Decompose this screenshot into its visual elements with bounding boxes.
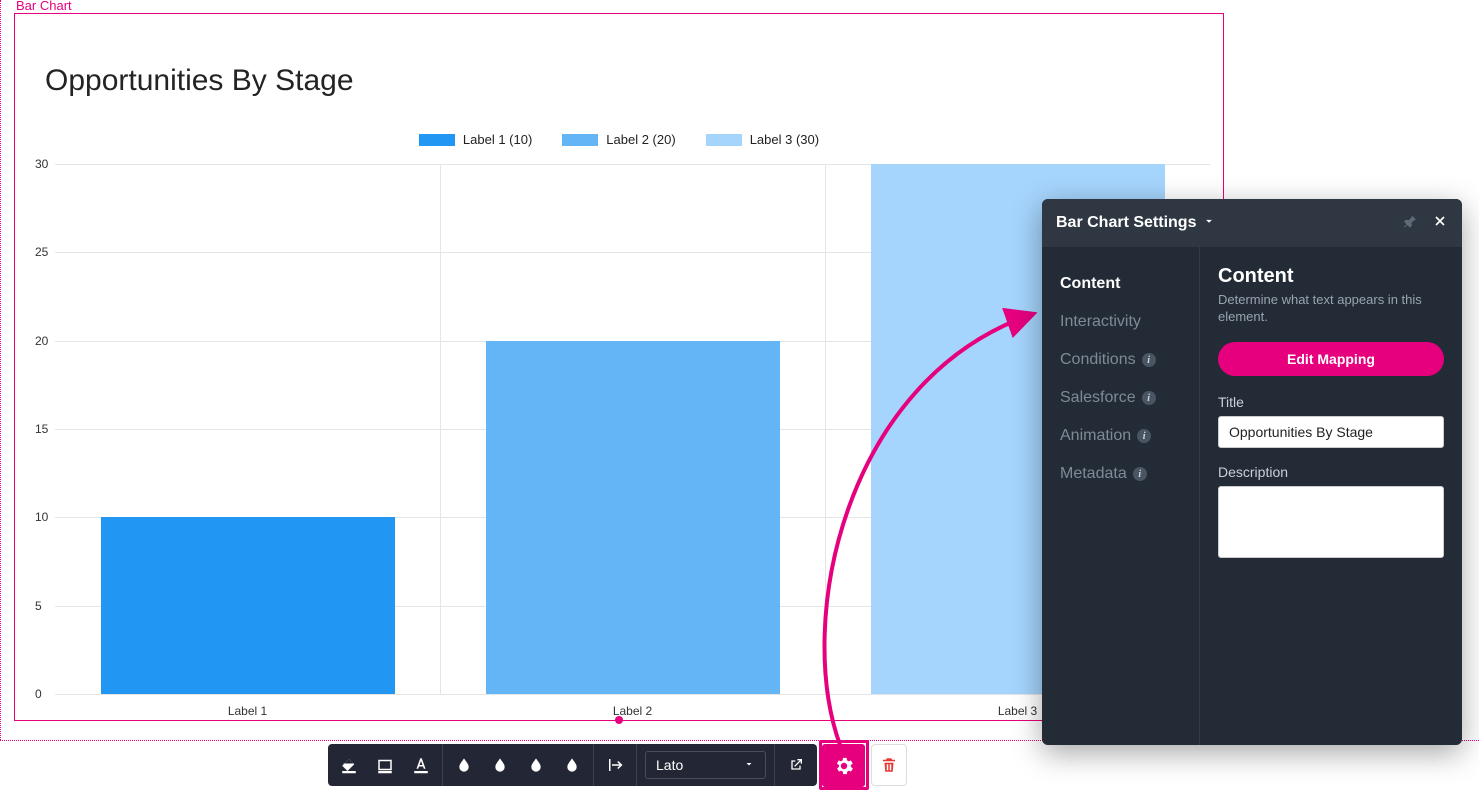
info-icon: i	[1133, 467, 1147, 481]
text-color-button[interactable]	[408, 752, 434, 778]
element-toolbar: Lato	[328, 744, 817, 786]
legend-swatch	[706, 134, 742, 146]
nav-interactivity[interactable]: Interactivity	[1060, 303, 1199, 341]
info-icon: i	[1137, 429, 1151, 443]
chart-title: Opportunities By Stage	[45, 64, 354, 98]
y-tick-label: 15	[35, 422, 48, 436]
canvas-guide-vertical	[0, 0, 1, 740]
trash-icon	[880, 755, 898, 775]
color-drop-4[interactable]	[559, 752, 585, 778]
x-tick-label: Label 1	[228, 704, 267, 718]
nav-animation[interactable]: Animation i	[1060, 417, 1199, 455]
open-external-button[interactable]	[783, 752, 809, 778]
info-icon: i	[1142, 353, 1156, 367]
legend-label: Label 2 (20)	[606, 132, 675, 147]
panel-content-area: Content Determine what text appears in t…	[1200, 247, 1462, 745]
settings-button[interactable]	[822, 744, 865, 787]
info-icon: i	[1142, 391, 1156, 405]
color-drop-2[interactable]	[487, 752, 513, 778]
border-button[interactable]	[372, 752, 398, 778]
y-tick-label: 30	[35, 157, 48, 171]
chevron-down-icon	[743, 757, 755, 773]
bar[interactable]	[486, 341, 780, 694]
y-tick-label: 25	[35, 245, 48, 259]
nav-content[interactable]: Content	[1060, 265, 1199, 303]
title-input[interactable]	[1218, 416, 1444, 448]
nav-salesforce[interactable]: Salesforce i	[1060, 379, 1199, 417]
gear-icon	[833, 755, 855, 777]
font-select-value: Lato	[656, 757, 683, 773]
content-description: Determine what text appears in this elem…	[1218, 292, 1444, 326]
y-tick-label: 20	[35, 334, 48, 348]
font-select[interactable]: Lato	[645, 751, 766, 779]
vgridline	[825, 164, 826, 694]
element-type-label: Bar Chart	[14, 0, 74, 13]
delete-button[interactable]	[871, 744, 907, 786]
pin-icon[interactable]	[1402, 213, 1418, 234]
chart-legend: Label 1 (10) Label 2 (20) Label 3 (30)	[15, 132, 1223, 147]
legend-item-1: Label 1 (10)	[419, 132, 532, 147]
x-tick-label: Label 2	[613, 704, 652, 718]
color-drop-1[interactable]	[451, 752, 477, 778]
chevron-down-icon	[1202, 214, 1216, 233]
legend-item-3: Label 3 (30)	[706, 132, 819, 147]
y-tick-label: 10	[35, 510, 48, 524]
description-input[interactable]	[1218, 486, 1444, 558]
bar[interactable]	[101, 517, 395, 694]
chart-plot-area: 051015202530Label 1Label 2Label 3	[55, 164, 1210, 694]
legend-swatch	[419, 134, 455, 146]
panel-title[interactable]: Bar Chart Settings	[1056, 214, 1216, 233]
x-tick-label: Label 3	[998, 704, 1037, 718]
y-tick-label: 5	[35, 599, 42, 613]
nav-conditions[interactable]: Conditions i	[1060, 341, 1199, 379]
panel-header: Bar Chart Settings	[1042, 199, 1462, 247]
panel-nav: Content Interactivity Conditions i Sales…	[1042, 247, 1200, 745]
content-heading: Content	[1218, 265, 1444, 288]
fill-color-button[interactable]	[336, 752, 362, 778]
edit-mapping-button[interactable]: Edit Mapping	[1218, 342, 1444, 376]
close-icon[interactable]	[1432, 213, 1448, 234]
nav-metadata[interactable]: Metadata i	[1060, 455, 1199, 493]
description-field-label: Description	[1218, 464, 1444, 480]
panel-title-text: Bar Chart Settings	[1056, 214, 1196, 232]
legend-label: Label 1 (10)	[463, 132, 532, 147]
settings-panel: Bar Chart Settings Content Interactivity…	[1042, 199, 1462, 745]
legend-item-2: Label 2 (20)	[562, 132, 675, 147]
vgridline	[440, 164, 441, 694]
spacing-button[interactable]	[602, 752, 628, 778]
y-tick-label: 0	[35, 687, 42, 701]
legend-swatch	[562, 134, 598, 146]
legend-label: Label 3 (30)	[750, 132, 819, 147]
color-drop-3[interactable]	[523, 752, 549, 778]
gridline	[55, 694, 1210, 695]
title-field-label: Title	[1218, 394, 1444, 410]
